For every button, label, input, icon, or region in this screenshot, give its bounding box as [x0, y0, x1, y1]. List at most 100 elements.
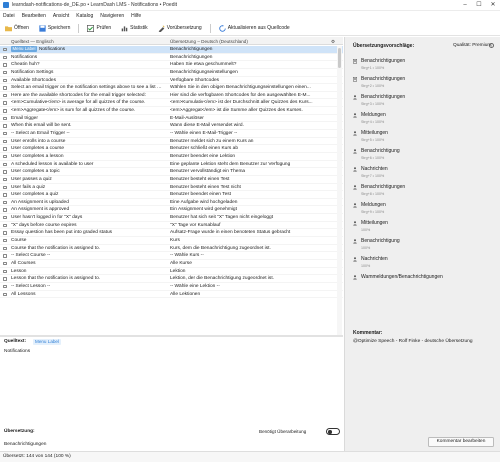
comment-icon	[3, 154, 7, 159]
needs-work-toggle[interactable]	[326, 428, 340, 435]
save-button[interactable]: Speichern	[37, 23, 73, 34]
pane-splitter[interactable]	[0, 335, 343, 337]
comment-icon	[3, 254, 7, 258]
menu-catalog[interactable]: Katalog	[76, 13, 93, 19]
suggestion-meta: 100%	[361, 227, 371, 232]
table-row[interactable]: Email trigger E-Mail-Auslöser	[0, 115, 343, 123]
source-cell: "X" days before course expires	[11, 222, 164, 230]
table-row[interactable]: -- Select Course -- -- Wähle Kurs --	[0, 252, 343, 260]
table-row[interactable]: Cheatin huh? Haben Sie etwa geschummelt?	[0, 61, 343, 69]
suggestion-item[interactable]: Meldungen Strg+4 • 100%	[352, 112, 492, 128]
comment-icon	[3, 208, 7, 212]
table-row[interactable]: An Assignment is approved Ein Assignment …	[0, 206, 343, 215]
table-row[interactable]: User completes a course Benutzer schließt…	[0, 145, 343, 153]
edit-comment-button[interactable]: Kommentar bearbeiten	[428, 437, 494, 447]
table-row[interactable]: All Lessons Alle Lektionen	[0, 291, 343, 299]
translation-cell: Lektion	[170, 268, 186, 274]
open-button[interactable]: Öffnen	[3, 23, 31, 34]
comment-icon	[3, 200, 7, 205]
translation-cell: Benutzer beendet einen Test	[170, 192, 231, 198]
source-cell: User completes a course	[11, 145, 164, 153]
table-row[interactable]: Essay question has been put into graded …	[0, 229, 343, 238]
menu-view[interactable]: Ansicht	[53, 13, 69, 19]
suggestion-text: Mitteilungen	[361, 220, 388, 226]
suggestion-item[interactable]: Nachrichten Strg+7 • 100%	[352, 166, 492, 182]
translation-cell: Kurs	[170, 238, 180, 244]
suggestion-item[interactable]: Benachrichtigungen Strg+3 • 100%	[352, 94, 492, 110]
table-row[interactable]: User completes a quiz Benutzer beendet ei…	[0, 191, 343, 199]
table-row[interactable]: User passes a quiz Benutzer besteht einen…	[0, 176, 343, 184]
pretranslate-button[interactable]: Vorübersetzung	[156, 23, 204, 34]
source-text: User passes a quiz	[11, 176, 52, 182]
menu-help[interactable]: Hilfe	[131, 13, 141, 19]
source-text: User completes a lesson	[11, 153, 64, 159]
validate-button[interactable]: Prüfen	[85, 23, 113, 34]
suggestion-item[interactable]: Wammeldungen/Benachrichtigungen	[352, 274, 492, 290]
string-list[interactable]: Menu Label Notifications Benachrichtigunge…	[0, 46, 343, 335]
menu-navigate[interactable]: Navigieren	[100, 13, 124, 19]
comment-icon	[3, 101, 7, 105]
table-row[interactable]: <em>Cumulative</em> is average for all q…	[0, 99, 343, 108]
statistics-button[interactable]: Statistik	[119, 23, 150, 34]
suggestion-item[interactable]: Meldungen Strg+9 • 100%	[352, 202, 492, 218]
translation-input[interactable]: Benachrichtigungen	[4, 442, 46, 447]
source-column-header[interactable]: Quelltext — Englisch	[11, 39, 54, 44]
source-text: Course that the notification is assigned…	[11, 245, 101, 251]
translation-column-header[interactable]: Übersetzung – Deutsch (Deutschland)	[170, 39, 248, 44]
table-row[interactable]: Lesson that the notification is assigned…	[0, 275, 343, 283]
table-row[interactable]: Lesson Lektion	[0, 268, 343, 276]
menu-file[interactable]: Datei	[3, 13, 15, 19]
suggestion-item[interactable]: Mitteilungen 100%	[352, 220, 492, 236]
column-options-icon[interactable]: ⚙	[331, 39, 335, 45]
table-row[interactable]: Available Shortcodes Verfügbare Shortcode…	[0, 77, 343, 85]
table-row[interactable]: Notification Settings Benachrichtigungsei…	[0, 69, 343, 77]
table-row[interactable]: User hasn't logged in for "X" days Benutz…	[0, 214, 343, 222]
table-row[interactable]: User completes a lesson Benutzer beendet …	[0, 153, 343, 161]
table-row[interactable]: A scheduled lesson is available to user E…	[0, 161, 343, 169]
statistics-icon	[121, 25, 128, 31]
suggestion-item[interactable]: Benachrichtigungen Strg+1 • 100%	[352, 58, 492, 74]
suggestion-item[interactable]: Benachrichtigungen Strg+2 • 100%	[352, 76, 492, 92]
table-row[interactable]: Menu Label Notifications Benachrichtigunge…	[0, 46, 343, 54]
translation-cell: Haben Sie etwa geschummelt?	[170, 62, 237, 68]
table-row[interactable]: All Courses Alle Kurse	[0, 260, 343, 268]
scrollbar-thumb[interactable]	[338, 48, 341, 68]
table-row[interactable]: An Assignment is uploaded Eine Aufgabe wi…	[0, 199, 343, 207]
info-icon[interactable]: i	[489, 43, 494, 48]
comment-icon	[3, 216, 7, 220]
table-row[interactable]: User enrolls into a course Benutzer melde…	[0, 138, 343, 146]
table-row[interactable]: "X" days before course expires "X" Tage v…	[0, 222, 343, 230]
table-row[interactable]: User fails a quiz Benutzer besteht einen …	[0, 184, 343, 192]
table-row[interactable]: Course Kurs	[0, 237, 343, 245]
suggestion-item[interactable]: Benachrichtigungen Strg+8 • 100%	[352, 184, 492, 200]
table-row[interactable]: Course that the notification is assigned…	[0, 245, 343, 253]
table-row[interactable]: -- Select Lesson -- -- Wähle eine Lektion…	[0, 283, 343, 291]
suggestion-meta: Strg+5 • 100%	[361, 137, 385, 142]
source-text: Available Shortcodes	[11, 77, 56, 83]
suggestion-text: Meldungen	[361, 202, 386, 208]
list-scrollbar[interactable]	[337, 46, 342, 335]
table-row[interactable]: User completes a topic Benutzer vervollst…	[0, 168, 343, 176]
suggestion-item[interactable]: Mitteilungen Strg+5 • 100%	[352, 130, 492, 146]
table-row[interactable]: Here are the available shortcodes for th…	[0, 92, 343, 100]
table-row[interactable]: Notifications Benachrichtigungen	[0, 54, 343, 62]
update-from-source-button[interactable]: Aktualisieren aus Quellcode	[217, 23, 292, 34]
table-row[interactable]: Select an email trigger on the notificat…	[0, 84, 343, 92]
suggestion-item[interactable]: Benachrichtigung 100%	[352, 238, 492, 254]
window-title: learndash-notifications-de_DE.po • Learn…	[12, 2, 177, 8]
close-icon[interactable]: ✕	[486, 0, 500, 11]
source-cell: -- Select Course --	[11, 252, 164, 260]
suggestion-item[interactable]: Benachrichtigung Strg+6 • 100%	[352, 148, 492, 164]
minimize-icon[interactable]: –	[458, 0, 472, 11]
table-row[interactable]: When this email will be sent. Wann diese …	[0, 122, 343, 131]
person-icon	[353, 95, 357, 100]
maximize-icon[interactable]: ☐	[472, 0, 486, 11]
translation-cell: Wählen Sie in den obigen Benachrichtigun…	[170, 85, 311, 91]
suggestion-item[interactable]: Nachrichten 100%	[352, 256, 492, 272]
menu-edit[interactable]: Bearbeiten	[22, 13, 46, 19]
comment-icon	[3, 109, 7, 113]
table-row[interactable]: <em>Aggregate</em> is sum for all quizze…	[0, 107, 343, 115]
toolbar-separator	[209, 23, 211, 33]
table-row[interactable]: -- Select an Email Trigger -- -- Wähle ei…	[0, 130, 343, 138]
refresh-icon	[218, 24, 226, 32]
